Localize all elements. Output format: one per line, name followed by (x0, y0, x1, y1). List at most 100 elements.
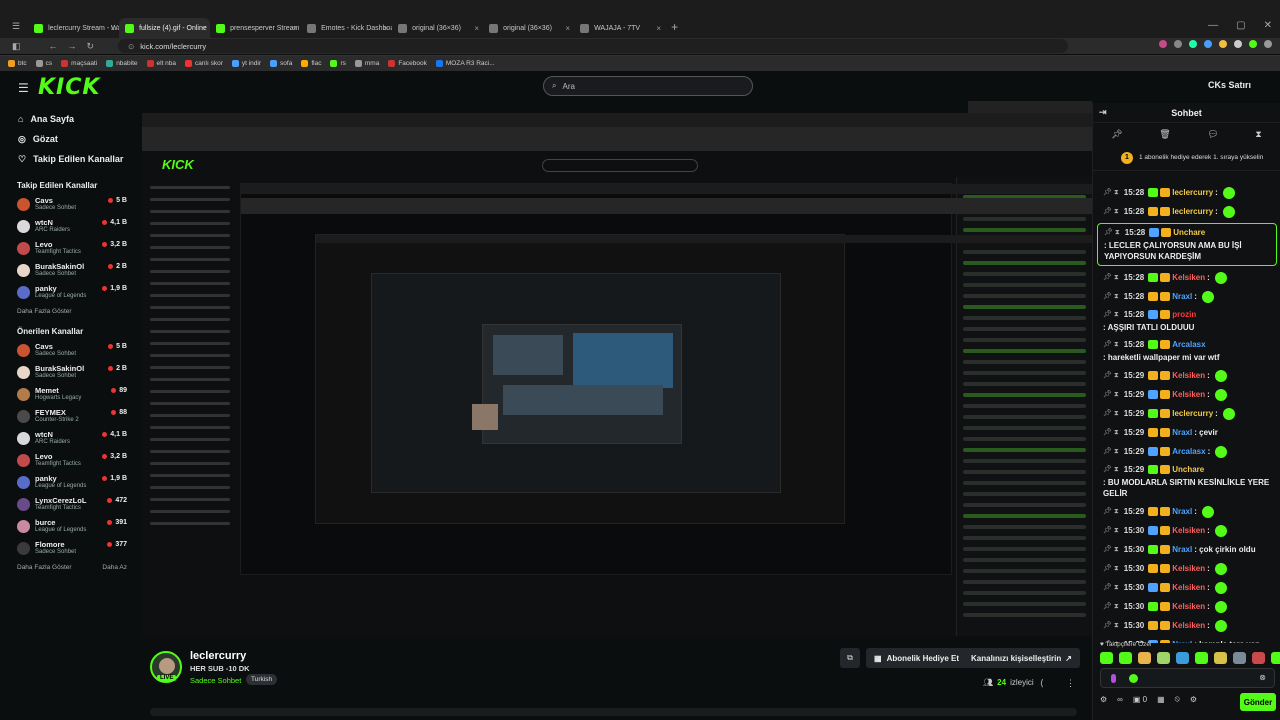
share-icon[interactable]: ⟨ (1040, 678, 1044, 689)
microphone-icon[interactable] (1111, 674, 1116, 683)
nav-item[interactable]: ♡ Takip Edilen Kanallar (18, 149, 137, 169)
extension-icon[interactable] (1234, 40, 1242, 48)
clip-button[interactable]: ⧉ (840, 648, 860, 668)
close-tab-icon[interactable]: × (110, 24, 115, 33)
channel-item[interactable]: Levo Teamfight Tactics 3,2 B (0, 450, 137, 472)
bookmark-item[interactable]: flac (301, 60, 321, 67)
close-tab-icon[interactable]: × (656, 24, 661, 33)
bookmark-item[interactable]: mma (354, 60, 379, 67)
message-username[interactable]: prozin (1172, 309, 1196, 320)
bookmark-item[interactable]: rs (330, 60, 346, 67)
emote-icon[interactable] (1252, 652, 1265, 664)
channel-item[interactable]: Flomore Sadece Sohbet 377 (0, 538, 137, 560)
close-window-icon[interactable]: ✕ (1264, 20, 1272, 31)
message-username[interactable]: Nraxl (1172, 506, 1192, 517)
browser-tab[interactable]: prensesperver Stream - W× (210, 18, 301, 38)
emote-icon[interactable] (1195, 652, 1208, 664)
message-username[interactable]: Arcalasx (1172, 339, 1205, 350)
gift-icon[interactable]: ▦ (1157, 695, 1165, 704)
reload-icon[interactable]: ↻ (87, 41, 95, 52)
message-username[interactable]: Unchare (1173, 227, 1205, 238)
bookmark-item[interactable]: Facebook (388, 60, 427, 67)
nav-item[interactable]: ⌂ Ana Sayfa (18, 109, 137, 129)
moderation-icon[interactable]: 📌︎ ⧗ (1103, 582, 1119, 593)
more-options-icon[interactable]: ⋮ (1066, 678, 1075, 689)
emote-icon[interactable] (1119, 652, 1132, 664)
link-icon[interactable]: ∞ (1117, 695, 1123, 704)
message-username[interactable]: Kelsiken (1172, 525, 1205, 536)
bookmark-item[interactable]: MOZA R3 Raci... (435, 60, 495, 67)
message-username[interactable]: Nraxl (1172, 544, 1192, 555)
emote-icon[interactable] (1157, 652, 1170, 664)
maximize-icon[interactable]: ▢ (1236, 20, 1245, 31)
channel-item[interactable]: Cavs Sadece Sohbet 5 B (0, 340, 137, 362)
bookmark-item[interactable]: cs (35, 60, 52, 67)
chat-message[interactable]: 📌︎ ⧗ 15:30 Kelsiken: (1093, 521, 1280, 540)
message-username[interactable]: Kelsiken (1172, 370, 1205, 381)
search-input[interactable]: ⌕ Ara (543, 76, 753, 96)
kick-logo[interactable]: KICK (38, 75, 100, 100)
moderation-icon[interactable]: 📌︎ ⧗ (1103, 272, 1119, 283)
message-username[interactable]: Kelsiken (1172, 272, 1205, 283)
user-menu[interactable]: CKs Satırı (1208, 80, 1251, 90)
moderation-icon[interactable]: 📌︎ ⧗ (1103, 525, 1119, 536)
message-username[interactable]: leclercurry (1172, 187, 1213, 198)
bookmark-item[interactable]: btc (8, 60, 27, 67)
streamer-name[interactable]: leclercurry (190, 650, 246, 662)
options-icon[interactable]: ⚙ (1190, 695, 1197, 704)
message-username[interactable]: Kelsiken (1172, 582, 1205, 593)
moderation-icon[interactable]: 📌︎ ⧗ (1103, 620, 1119, 631)
extension-icon[interactable] (1249, 40, 1257, 48)
bookmark-item[interactable]: yt indir (231, 60, 261, 67)
chat-message[interactable]: 📌︎ ⧗ 15:28 leclercurry: (1093, 202, 1280, 221)
chat-message[interactable]: 📌︎ ⧗ 15:28 Arcalasx: hareketli wallpaper m… (1093, 336, 1280, 366)
followed-more[interactable]: Daha Fazla Göster (0, 308, 137, 315)
nav-item[interactable]: ◎ Gözat (18, 129, 137, 149)
chat-message[interactable]: 📌︎ ⧗ 15:28 Nraxl: (1093, 287, 1280, 306)
moderation-icon[interactable]: 📌︎ ⧗ (1103, 309, 1119, 320)
hourglass-icon[interactable]: ⧗ (1255, 129, 1261, 140)
settings-icon[interactable]: ⚙ (1100, 695, 1107, 704)
bookmark-item[interactable]: elt nba (146, 60, 176, 67)
emote-icon[interactable] (1176, 652, 1189, 664)
moderation-icon[interactable]: 📌︎ ⧗ (1103, 389, 1119, 400)
close-tab-icon[interactable]: × (565, 24, 570, 33)
message-username[interactable]: Kelsiken (1172, 563, 1205, 574)
extension-icon[interactable] (1159, 40, 1167, 48)
channel-item[interactable]: FEYMEX Counter-Strike 2 88 (0, 406, 137, 428)
video-player[interactable]: KICK (142, 113, 1092, 636)
site-info-icon[interactable]: ⊙ (128, 42, 134, 51)
chat-message[interactable]: 📌︎ ⧗ 15:30 Kelsiken: (1093, 616, 1280, 635)
browser-tab[interactable]: leclercurry Stream - Watch× (28, 18, 119, 38)
horizontal-scrollbar[interactable] (150, 708, 1077, 716)
menu-icon[interactable]: ☰ (18, 81, 29, 95)
chat-message[interactable]: 📌︎ ⧗ 15:30 Nraxl: çok çirkin oldu (1093, 540, 1280, 559)
close-tab-icon[interactable]: × (292, 24, 297, 33)
browser-tab[interactable]: fullsize (4).gif - Online × (119, 18, 211, 38)
channel-item[interactable]: panky League of Legends 1,9 B (0, 282, 137, 304)
channel-item[interactable]: Levo Teamfight Tactics 3,2 B (0, 238, 137, 260)
chat-bubble-icon[interactable]: 💬︎ (1207, 129, 1218, 140)
browser-tab[interactable]: original (36×36) × (392, 18, 483, 38)
chat-input[interactable]: ⊗ (1100, 668, 1275, 688)
show-less-link[interactable]: Daha Az (102, 564, 127, 571)
channel-item[interactable]: BurakSakinOl Sadece Sohbet 2 B (0, 362, 137, 384)
browser-tab[interactable]: original (36×36) × (483, 18, 574, 38)
message-username[interactable]: Kelsiken (1172, 620, 1205, 631)
chat-message[interactable]: 📌︎ ⧗ 15:29 Kelsiken: (1093, 366, 1280, 385)
chat-message[interactable]: 📌︎ ⧗ 15:29 Unchare: BU MODLARLA SIRTIN KES… (1093, 461, 1280, 502)
stream-tag[interactable]: Turkish (246, 674, 278, 685)
moderation-icon[interactable]: 📌︎ ⧗ (1103, 601, 1119, 612)
chat-message[interactable]: 📌︎ ⧗ 15:29 Arcalasx: (1093, 442, 1280, 461)
moderation-icon[interactable]: 📌︎ ⧗ (1103, 370, 1119, 381)
send-button[interactable]: Gönder (1240, 693, 1276, 711)
show-more-link[interactable]: Daha Fazla Göster (17, 308, 72, 315)
url-bar[interactable]: ⊙ kick.com/leclercurry (118, 39, 1068, 53)
emote-icon[interactable] (1138, 652, 1151, 664)
stream-category[interactable]: Sadece Sohbet (190, 676, 241, 685)
sidebar-toggle-icon[interactable]: ◧ (12, 41, 21, 52)
moderation-icon[interactable]: 📌︎ ⧗ (1103, 464, 1119, 475)
tab-list-icon[interactable]: ☰ (12, 21, 20, 32)
message-username[interactable]: Nraxl (1172, 291, 1192, 302)
browser-tab[interactable]: WAJAJA - 7TV × (574, 18, 665, 38)
